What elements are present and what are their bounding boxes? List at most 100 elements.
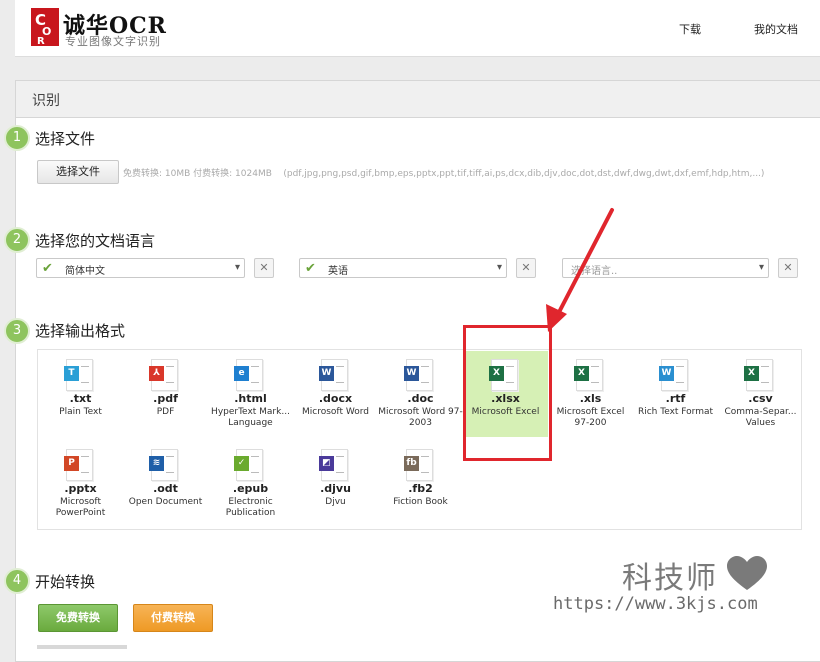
- language-select-2[interactable]: ✔ 英语 ▾: [299, 258, 507, 278]
- language-value-1: 简体中文: [65, 266, 105, 277]
- file-lines: [761, 366, 769, 383]
- output-format-grid: T .txt Plain Text ⅄ .pdf PDF e .html HyperText M…: [37, 349, 802, 530]
- panel-title: 识别: [32, 93, 60, 109]
- file-badge: X: [574, 366, 589, 381]
- file-badge: X: [744, 366, 759, 381]
- file-badge: ◩: [319, 456, 334, 471]
- powerpoint-file-icon: P: [64, 449, 93, 481]
- file-badge: W: [404, 366, 419, 381]
- format-name: Rich Text Format: [637, 407, 714, 417]
- watermark-url: https://www.3kjs.com: [553, 594, 758, 614]
- chevron-down-icon: ▾: [758, 262, 764, 273]
- file-lines: [166, 366, 174, 383]
- format-option-docx[interactable]: W .docx Microsoft Word: [293, 351, 378, 437]
- format-option-rtf[interactable]: W .rtf Rich Text Format: [633, 351, 718, 437]
- format-extension: .txt: [69, 392, 92, 405]
- highlight-box: [463, 325, 552, 461]
- header-bar: C O R 诚华OCR 专业图像文字识别 下载 我的文档: [15, 0, 820, 57]
- step-2-number: 2: [4, 227, 30, 253]
- format-option-doc[interactable]: W .doc Microsoft Word 97-2003: [378, 351, 463, 437]
- logo-icon: C O R: [31, 8, 59, 46]
- file-lines: [81, 456, 89, 473]
- choose-file-button[interactable]: 选择文件: [37, 160, 119, 184]
- format-extension: .pdf: [153, 392, 178, 405]
- size-limits: 免费转换: 10MB 付费转换: 1024MB: [123, 169, 272, 179]
- file-badge: fb: [404, 456, 419, 471]
- step-1-number: 1: [4, 125, 30, 151]
- language-placeholder-3: 选择语言..: [571, 266, 618, 277]
- chevron-down-icon: ▾: [234, 262, 240, 273]
- format-extension: .csv: [748, 392, 773, 405]
- step-4-title: 开始转换: [35, 573, 96, 591]
- watermark-name: 科技师: [622, 561, 718, 596]
- nav-my-documents[interactable]: 我的文档: [754, 21, 798, 37]
- format-option-odt[interactable]: ≋ .odt Open Document: [123, 441, 208, 527]
- format-name: HyperText Mark... Language: [211, 407, 290, 428]
- format-extension: .html: [234, 392, 267, 405]
- file-lines: [421, 366, 429, 383]
- supported-formats: (pdf,jpg,png,psd,gif,bmp,eps,pptx,ppt,ti…: [283, 169, 765, 179]
- step-2-title: 选择您的文档语言: [35, 232, 156, 250]
- step-3-title: 选择输出格式: [35, 322, 126, 340]
- chevron-down-icon: ▾: [496, 262, 502, 273]
- check-icon: ✔: [305, 261, 316, 276]
- format-name: Open Document: [128, 497, 203, 507]
- free-convert-button[interactable]: 免费转换: [38, 604, 118, 632]
- file-lines: [676, 366, 684, 383]
- format-extension: .epub: [232, 482, 269, 495]
- language-select-1[interactable]: ✔ 简体中文 ▾: [36, 258, 245, 278]
- format-option-fb2[interactable]: fb .fb2 Fiction Book: [378, 441, 463, 527]
- heart-icon: [727, 556, 767, 590]
- file-badge: ⅄: [149, 366, 164, 381]
- format-name: Microsoft Word: [302, 407, 369, 417]
- text-file-icon: T: [64, 359, 93, 391]
- excel-file-icon: X: [574, 359, 603, 391]
- format-extension: .odt: [153, 482, 178, 495]
- format-option-html[interactable]: e .html HyperText Mark... Language: [208, 351, 293, 437]
- epub-file-icon: ✓: [234, 449, 263, 481]
- format-option-xls[interactable]: X .xls Microsoft Excel 97-200: [548, 351, 633, 437]
- format-option-csv[interactable]: X .csv Comma-Separ... Values: [718, 351, 803, 437]
- paid-convert-button[interactable]: 付费转换: [133, 604, 213, 632]
- clear-language-1-button[interactable]: ✕: [254, 258, 274, 278]
- clear-language-2-button[interactable]: ✕: [516, 258, 536, 278]
- file-lines: [251, 456, 259, 473]
- format-extension: .djvu: [320, 482, 351, 495]
- format-extension: .rtf: [665, 392, 686, 405]
- word-file-icon: W: [319, 359, 348, 391]
- file-lines: [421, 456, 429, 473]
- file-badge: ✓: [234, 456, 249, 471]
- format-name: Fiction Book: [393, 497, 448, 507]
- format-name: Comma-Separ... Values: [724, 407, 797, 428]
- html-file-icon: e: [234, 359, 263, 391]
- format-option-djvu[interactable]: ◩ .djvu Djvu: [293, 441, 378, 527]
- format-extension: .docx: [318, 392, 353, 405]
- pdf-file-icon: ⅄: [149, 359, 178, 391]
- svg-text:R: R: [37, 36, 45, 46]
- djvu-file-icon: ◩: [319, 449, 348, 481]
- nav-download[interactable]: 下载: [679, 21, 701, 37]
- word-file-icon: W: [404, 359, 433, 391]
- file-lines: [336, 456, 344, 473]
- format-extension: .doc: [407, 392, 434, 405]
- format-name: Plain Text: [59, 407, 102, 417]
- format-name: Electronic Publication: [225, 497, 276, 518]
- format-option-pdf[interactable]: ⅄ .pdf PDF: [123, 351, 208, 437]
- format-extension: .pptx: [64, 482, 97, 495]
- step-3-number: 3: [4, 318, 30, 344]
- upload-limits: 免费转换: 10MB 付费转换: 1024MB (pdf,jpg,png,psd…: [123, 166, 764, 179]
- file-badge: ≋: [149, 456, 164, 471]
- file-badge: W: [319, 366, 334, 381]
- panel-header: 识别: [16, 81, 820, 118]
- format-option-txt[interactable]: T .txt Plain Text: [38, 351, 123, 437]
- rtf-file-icon: W: [659, 359, 688, 391]
- format-extension: .fb2: [408, 482, 433, 495]
- clear-language-3-button[interactable]: ✕: [778, 258, 798, 278]
- odt-file-icon: ≋: [149, 449, 178, 481]
- format-option-pptx[interactable]: P .pptx Microsoft PowerPoint: [38, 441, 123, 527]
- language-value-2: 英语: [328, 266, 348, 277]
- format-option-epub[interactable]: ✓ .epub Electronic Publication: [208, 441, 293, 527]
- format-name: Microsoft Excel 97-200: [556, 407, 625, 428]
- format-name: Djvu: [325, 497, 346, 507]
- language-select-3[interactable]: 选择语言.. ▾: [562, 258, 769, 278]
